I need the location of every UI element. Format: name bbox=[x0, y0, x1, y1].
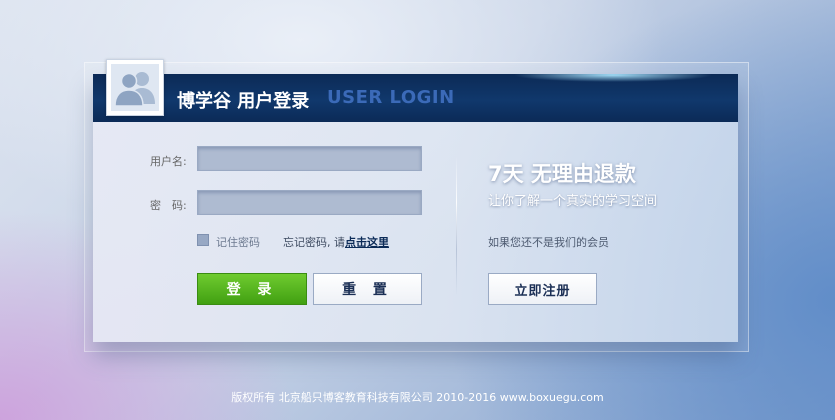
reset-button[interactable]: 重 置 bbox=[313, 273, 422, 305]
promo-title: 7天 无理由退款 bbox=[488, 162, 636, 186]
password-input[interactable] bbox=[197, 190, 422, 215]
user-group-icon bbox=[114, 72, 155, 107]
password-label: 密 码: bbox=[150, 199, 187, 212]
header-glow bbox=[513, 74, 713, 82]
login-button[interactable]: 登 录 bbox=[197, 273, 307, 305]
forgot-password-text: 忘记密码, 请点击这里 bbox=[283, 234, 389, 250]
forgot-prefix: 忘记密码, 请 bbox=[283, 236, 345, 249]
username-label: 用户名: bbox=[150, 155, 187, 168]
remember-label: 记住密码 bbox=[216, 236, 260, 249]
header-bar: 博学谷 用户登录 USER LOGIN bbox=[93, 74, 738, 122]
avatar bbox=[106, 59, 164, 116]
footer-copyright: 版权所有 北京船只博客教育科技有限公司 2010-2016 www.boxueg… bbox=[231, 391, 604, 404]
remember-checkbox[interactable] bbox=[197, 234, 209, 246]
username-input[interactable] bbox=[197, 146, 422, 171]
page-subtitle: USER LOGIN bbox=[327, 87, 455, 108]
page-title: 博学谷 用户登录 bbox=[177, 91, 310, 112]
avatar-background bbox=[111, 64, 159, 111]
member-prompt: 如果您还不是我们的会员 bbox=[488, 236, 609, 249]
register-button[interactable]: 立即注册 bbox=[488, 273, 597, 305]
forgot-password-link[interactable]: 点击这里 bbox=[345, 236, 389, 249]
promo-subtitle: 让你了解一个真实的学习空间 bbox=[488, 194, 658, 209]
vertical-divider bbox=[456, 156, 457, 296]
